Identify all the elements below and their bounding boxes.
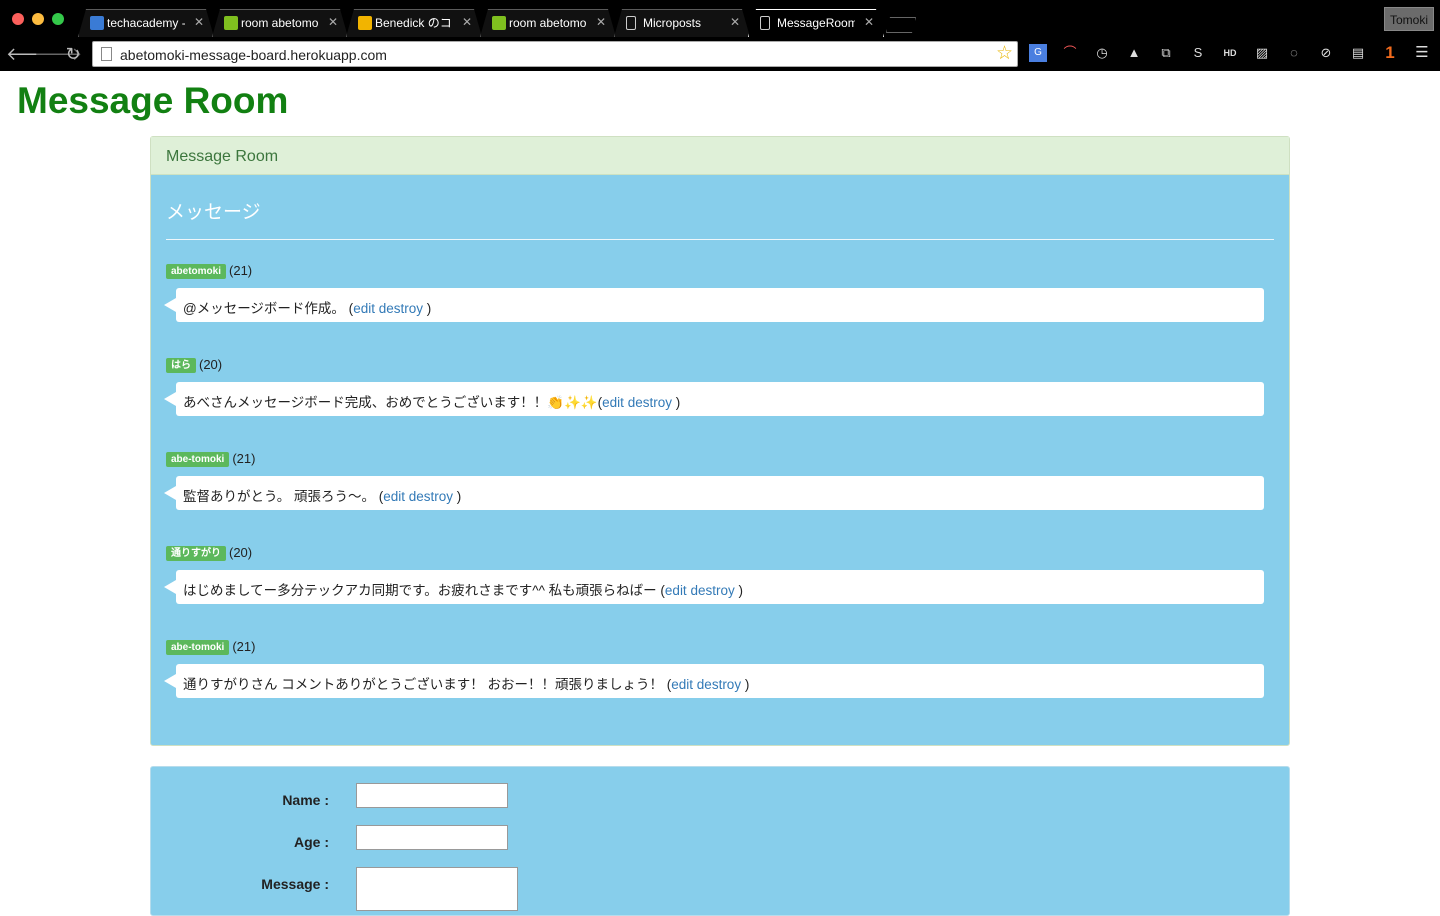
messages-section-title: メッセージ bbox=[166, 202, 261, 223]
browser-chrome: techacademy - ✕ room abetomoki ✕ Benedic… bbox=[0, 0, 1440, 71]
paren-close: ) bbox=[734, 583, 744, 598]
author-badge: abe-tomoki bbox=[166, 452, 230, 467]
destroy-link[interactable]: destroy bbox=[690, 583, 734, 598]
rainbow-extension-icon[interactable]: ⌒ bbox=[1061, 44, 1079, 62]
destroy-link[interactable]: destroy bbox=[379, 301, 423, 316]
tab-techacademy[interactable]: techacademy - ✕ bbox=[78, 9, 214, 37]
author-badge: abe-tomoki bbox=[166, 640, 230, 655]
message-meta: はら (20) bbox=[166, 357, 222, 373]
new-message-form: Name : Age : Message : bbox=[150, 766, 1290, 916]
back-icon[interactable]: 🡐 bbox=[6, 43, 54, 65]
author-age: (21) bbox=[232, 451, 256, 466]
tab-strip: techacademy - ✕ room abetomoki ✕ Benedic… bbox=[78, 9, 958, 37]
extension-badge[interactable]: 1 bbox=[1381, 44, 1399, 62]
address-bar[interactable]: abetomoki-message-board.herokuapp.com ☆ bbox=[92, 41, 1018, 67]
paren-close: ) bbox=[453, 489, 462, 504]
url-text[interactable]: abetomoki-message-board.herokuapp.com bbox=[120, 47, 387, 63]
lightbulb-icon[interactable]: ◌ bbox=[1285, 44, 1303, 62]
toolbar: 🡐 🡒 ↻ abetomoki-message-board.herokuapp.… bbox=[0, 38, 1440, 71]
s-extension-icon[interactable]: S bbox=[1189, 44, 1207, 62]
age-input[interactable] bbox=[356, 825, 508, 850]
destroy-link[interactable]: destroy bbox=[409, 489, 453, 504]
bookmark-star-icon[interactable]: ☆ bbox=[996, 43, 1013, 65]
page-content: Message Room Message Room メッセージ abetomok… bbox=[0, 71, 1440, 916]
new-tab-button[interactable] bbox=[886, 17, 916, 33]
destroy-link[interactable]: destroy bbox=[628, 395, 672, 410]
edit-link[interactable]: edit bbox=[665, 583, 687, 598]
message-panel: Message Room メッセージ abetomoki (21) @メッセージボ… bbox=[150, 136, 1290, 746]
reload-icon[interactable]: ↻ bbox=[62, 43, 84, 65]
rss-icon[interactable]: ▤ bbox=[1349, 44, 1367, 62]
tab-close-icon[interactable]: ✕ bbox=[730, 15, 740, 29]
message-text: はじめましてー多分テックアカ同期です。お疲れさまです^^ 私も頑張らねばー ( bbox=[183, 583, 665, 598]
message-meta: 通りすがり (20) bbox=[166, 545, 252, 561]
tab-benedick[interactable]: Benedick のコヒ ✕ bbox=[346, 9, 482, 37]
message-bubble: 監督ありがとう。 頑張ろう〜。 (edit destroy ) bbox=[164, 476, 1264, 510]
note-icon[interactable]: ▨ bbox=[1253, 44, 1271, 62]
author-age: (20) bbox=[229, 545, 253, 560]
author-badge: abetomoki bbox=[166, 264, 227, 279]
room-favicon-icon bbox=[224, 16, 238, 30]
edit-link[interactable]: edit bbox=[602, 395, 624, 410]
tab-close-icon[interactable]: ✕ bbox=[194, 15, 204, 29]
tab-close-icon[interactable]: ✕ bbox=[462, 15, 472, 29]
drive-icon[interactable]: ▲ bbox=[1125, 44, 1143, 62]
name-label: Name : bbox=[282, 792, 329, 808]
edit-link[interactable]: edit bbox=[671, 677, 693, 692]
message-text: 監督ありがとう。 頑張ろう〜。 ( bbox=[183, 489, 384, 504]
message-textarea[interactable] bbox=[356, 867, 518, 911]
message-text: @メッセージボード作成。 ( bbox=[183, 301, 354, 316]
age-label: Age : bbox=[294, 834, 329, 850]
page-favicon-icon bbox=[760, 16, 770, 30]
tab-close-icon[interactable]: ✕ bbox=[864, 15, 874, 29]
forward-icon[interactable]: 🡒 bbox=[34, 43, 82, 65]
room-favicon-icon bbox=[492, 16, 506, 30]
window-close-button[interactable] bbox=[12, 13, 24, 25]
page-icon bbox=[101, 47, 112, 61]
author-age: (21) bbox=[229, 263, 253, 278]
tab-room-abetomoki[interactable]: room abetomoki ✕ bbox=[212, 9, 348, 37]
message-bubble: はじめましてー多分テックアカ同期です。お疲れさまです^^ 私も頑張らねばー (e… bbox=[164, 570, 1264, 604]
paren-close: ) bbox=[671, 395, 681, 410]
edit-link[interactable]: edit bbox=[353, 301, 375, 316]
name-input[interactable] bbox=[356, 783, 508, 808]
tab-close-icon[interactable]: ✕ bbox=[328, 15, 338, 29]
page-favicon-icon bbox=[626, 16, 636, 30]
message-meta: abe-tomoki (21) bbox=[166, 451, 255, 467]
author-badge: 通りすがり bbox=[166, 546, 226, 561]
message-bubble: 通りすがりさん コメントありがとうございます！ おおー！！頑張りましょう！ (e… bbox=[164, 664, 1264, 698]
page-title: Message Room bbox=[17, 80, 289, 121]
author-age: (21) bbox=[232, 639, 256, 654]
techacademy-favicon-icon bbox=[90, 16, 104, 30]
screenshot-icon[interactable]: ⧉ bbox=[1157, 44, 1175, 62]
author-age: (20) bbox=[199, 357, 223, 372]
slides-favicon-icon bbox=[358, 16, 372, 30]
compass-icon[interactable]: ⊘ bbox=[1317, 44, 1335, 62]
window-maximize-button[interactable] bbox=[52, 13, 64, 25]
tab-microposts[interactable]: Microposts ✕ bbox=[614, 9, 750, 37]
message-meta: abetomoki (21) bbox=[166, 263, 252, 279]
window-minimize-button[interactable] bbox=[32, 13, 44, 25]
tab-close-icon[interactable]: ✕ bbox=[596, 15, 606, 29]
message-bubble: @メッセージボード作成。 (edit destroy ) bbox=[164, 288, 1264, 322]
hd-icon[interactable]: HD bbox=[1221, 44, 1239, 62]
clock-icon[interactable]: ◷ bbox=[1093, 44, 1111, 62]
message-text: 通りすがりさん コメントありがとうございます！ おおー！！頑張りましょう！ ( bbox=[183, 677, 672, 692]
message-bubble: あべさんメッセージボード完成、おめでとうございます！！👏✨✨(edit dest… bbox=[164, 382, 1264, 416]
tab-room-abetomoki-2[interactable]: room abetomoki ✕ bbox=[480, 9, 616, 37]
message-meta: abe-tomoki (21) bbox=[166, 639, 255, 655]
tab-messageroom[interactable]: MessageRoom ✕ bbox=[748, 9, 884, 37]
destroy-link[interactable]: destroy bbox=[697, 677, 741, 692]
message-label: Message : bbox=[261, 876, 329, 892]
menu-icon[interactable]: ☰ bbox=[1413, 44, 1431, 62]
author-badge: はら bbox=[166, 358, 196, 373]
edit-link[interactable]: edit bbox=[383, 489, 405, 504]
paren-close: ) bbox=[423, 301, 432, 316]
profile-button[interactable]: Tomoki bbox=[1384, 7, 1434, 31]
panel-heading: Message Room bbox=[151, 137, 1289, 175]
translate-icon[interactable]: G bbox=[1029, 44, 1047, 62]
divider bbox=[166, 239, 1274, 240]
paren-close: ) bbox=[741, 677, 750, 692]
message-text: あべさんメッセージボード完成、おめでとうございます！！👏✨✨( bbox=[183, 395, 603, 410]
